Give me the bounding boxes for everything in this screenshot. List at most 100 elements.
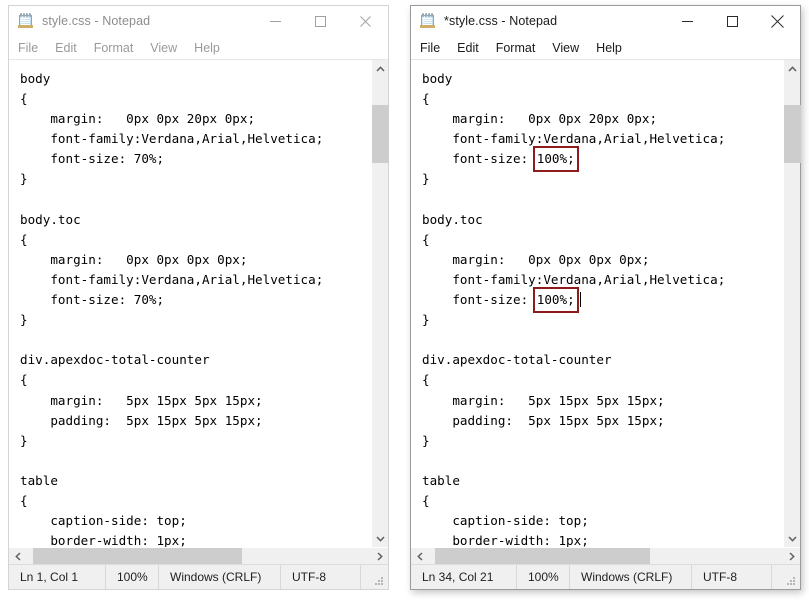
title-bar-right[interactable]: *style.css - Notepad — [411, 6, 800, 36]
window-title: *style.css - Notepad — [444, 14, 558, 28]
code-line: font-size: 70%; — [20, 151, 165, 167]
scroll-down-icon[interactable] — [784, 530, 801, 547]
menu-edit[interactable]: Edit — [55, 41, 77, 55]
code-line: margin: 0px 0px 0px 0px; — [20, 251, 248, 267]
horizontal-scrollbar-left[interactable] — [9, 547, 388, 564]
menu-file[interactable]: File — [420, 41, 440, 55]
code-line: font-family:Verdana,Arial,Helvetica; — [20, 271, 324, 287]
menu-view[interactable]: View — [552, 41, 579, 55]
status-line-ending: Windows (CRLF) — [570, 565, 692, 589]
vertical-scrollbar-right[interactable] — [783, 60, 801, 547]
code-line: caption-side: top; — [422, 513, 589, 529]
text-caret — [579, 292, 581, 308]
status-bar-left: Ln 1, Col 1 100% Windows (CRLF) UTF-8 — [9, 564, 388, 589]
status-cursor-position: Ln 34, Col 21 — [411, 565, 517, 589]
status-zoom: 100% — [517, 565, 570, 589]
horizontal-scrollbar-thumb[interactable] — [33, 548, 242, 564]
scroll-right-icon[interactable] — [783, 548, 800, 564]
code-line: font-family:Verdana,Arial,Helvetica; — [422, 131, 726, 147]
minimize-icon[interactable] — [665, 6, 710, 36]
resize-grip-icon[interactable] — [373, 575, 384, 586]
code-line: table — [20, 472, 58, 488]
code-line: } — [20, 171, 28, 187]
notepad-icon — [18, 13, 34, 29]
menu-help[interactable]: Help — [194, 41, 220, 55]
horizontal-scrollbar-right[interactable] — [411, 547, 800, 564]
menu-help[interactable]: Help — [596, 41, 622, 55]
code-line: border-width: 1px; — [20, 533, 187, 547]
scroll-left-icon[interactable] — [411, 548, 428, 564]
code-line: font-family:Verdana,Arial,Helvetica; — [20, 131, 324, 147]
notepad-window-left[interactable]: style.css - Notepad File Edit Format Vie… — [8, 5, 389, 590]
menu-file[interactable]: File — [18, 41, 38, 55]
editor-area-left: body { margin: 0px 0px 20px 0px; font-fam… — [9, 59, 389, 564]
close-icon[interactable] — [343, 6, 388, 36]
vertical-scrollbar-thumb[interactable] — [784, 105, 801, 163]
code-line: font-family:Verdana,Arial,Helvetica; — [422, 271, 726, 287]
code-line: margin: 5px 15px 5px 15px; — [20, 392, 263, 408]
close-icon[interactable] — [755, 6, 800, 36]
menu-format[interactable]: Format — [94, 41, 134, 55]
resize-grip-icon[interactable] — [785, 575, 796, 586]
code-line: } — [422, 432, 430, 448]
highlighted-value: 100%; — [532, 287, 579, 314]
text-editor-left[interactable]: body { margin: 0px 0px 20px 0px; font-fam… — [9, 60, 371, 547]
code-line: } — [20, 312, 28, 328]
highlighted-value: 100%; — [532, 146, 579, 173]
menu-format[interactable]: Format — [496, 41, 536, 55]
window-title: style.css - Notepad — [42, 14, 151, 28]
status-zoom: 100% — [106, 565, 159, 589]
code-line: font-size: 100%; — [422, 146, 783, 173]
maximize-icon[interactable] — [298, 6, 343, 36]
code-line: caption-side: top; — [20, 513, 187, 529]
status-bar-right: Ln 34, Col 21 100% Windows (CRLF) UTF-8 — [411, 564, 800, 589]
code-line: } — [422, 312, 430, 328]
desktop-background: style.css - Notepad File Edit Format Vie… — [0, 0, 809, 602]
notepad-icon — [420, 13, 436, 29]
code-line: margin: 5px 15px 5px 15px; — [422, 392, 665, 408]
code-line: { — [422, 91, 430, 107]
scroll-up-icon[interactable] — [784, 60, 801, 77]
code-line: body.toc — [422, 211, 483, 227]
window-controls-left — [253, 6, 388, 36]
menu-edit[interactable]: Edit — [457, 41, 479, 55]
status-line-ending: Windows (CRLF) — [159, 565, 281, 589]
code-line: { — [422, 231, 430, 247]
code-line: body.toc — [20, 211, 81, 227]
notepad-window-right[interactable]: *style.css - Notepad File Edit Format Vi… — [410, 5, 801, 590]
text-editor-right[interactable]: body { margin: 0px 0px 20px 0px; font-fam… — [411, 60, 783, 547]
vertical-scrollbar-left[interactable] — [371, 60, 389, 547]
code-line: { — [20, 91, 28, 107]
code-line: { — [422, 372, 430, 388]
code-line: font-size: 100%; — [422, 287, 783, 314]
horizontal-scrollbar-thumb[interactable] — [435, 548, 650, 564]
title-bar-left[interactable]: style.css - Notepad — [9, 6, 388, 36]
code-line: div.apexdoc-total-counter — [422, 352, 612, 368]
code-line: body — [422, 71, 453, 86]
scroll-down-icon[interactable] — [372, 530, 389, 547]
code-line: { — [20, 231, 28, 247]
scroll-right-icon[interactable] — [371, 548, 388, 564]
code-line: div.apexdoc-total-counter — [20, 352, 210, 368]
scroll-left-icon[interactable] — [9, 548, 26, 564]
code-line: margin: 0px 0px 20px 0px; — [422, 111, 658, 127]
code-line: border-width: 1px; — [422, 533, 589, 547]
code-line: } — [422, 171, 430, 187]
code-line: margin: 0px 0px 0px 0px; — [422, 251, 650, 267]
menu-bar-right[interactable]: File Edit Format View Help — [411, 36, 800, 59]
menu-bar-left[interactable]: File Edit Format View Help — [9, 36, 388, 59]
code-line: padding: 5px 15px 5px 15px; — [422, 412, 665, 428]
scroll-up-icon[interactable] — [372, 60, 389, 77]
vertical-scrollbar-thumb[interactable] — [372, 105, 389, 163]
menu-view[interactable]: View — [150, 41, 177, 55]
minimize-icon[interactable] — [253, 6, 298, 36]
maximize-icon[interactable] — [710, 6, 755, 36]
code-line: font-size: 70%; — [20, 292, 165, 308]
code-line: margin: 0px 0px 20px 0px; — [20, 111, 256, 127]
editor-area-right: body { margin: 0px 0px 20px 0px; font-fam… — [411, 59, 801, 564]
